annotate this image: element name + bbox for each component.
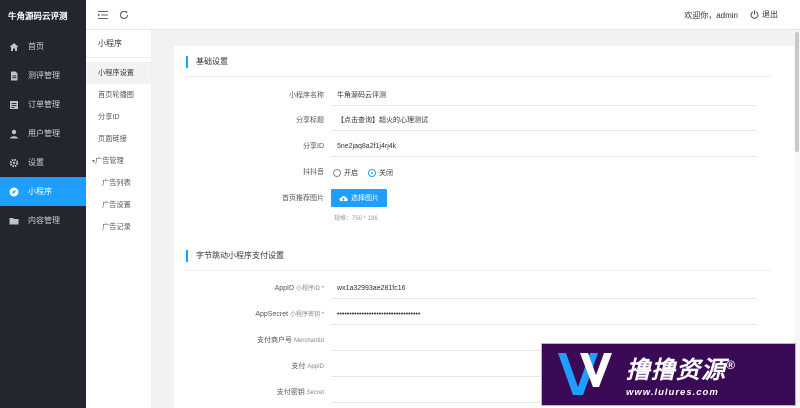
sidebar-item-label: 内容管理 [28, 216, 60, 225]
cloud-upload-icon [339, 195, 348, 202]
user-icon [9, 129, 19, 139]
sidebar-item-label: 首页 [28, 42, 44, 51]
share-id-input[interactable]: 5ne2jaq8a2f1j4rj4k [331, 137, 756, 157]
watermark-logo-icon [558, 353, 612, 395]
radio-dot [333, 169, 341, 177]
subnav-item-ad-settings[interactable]: 广告设置 [86, 194, 151, 216]
secret-input[interactable]: •••••••••••••••••••••••••••••••••• [331, 305, 756, 325]
radio-on[interactable]: 开启 [333, 168, 358, 178]
appid-input[interactable]: wx1a32993ae281fc16 [331, 279, 756, 299]
sidebar-item-users[interactable]: 用户管理 [0, 119, 86, 148]
sidebar-item-settings[interactable]: 设置 [0, 148, 86, 177]
secondary-sidebar: 小程序 小程序设置 首页轮播图 分享ID 页面链接 ▾广告管理 广告列表 广告设… [86, 30, 152, 408]
registered-mark: ® [726, 358, 736, 372]
welcome-text: 欢迎你，admin [684, 11, 738, 20]
section-title-pay: 字节跳动小程序支付设置 [186, 250, 284, 262]
refresh-icon[interactable] [118, 9, 130, 21]
subnav-item-share-id[interactable]: 分享ID [86, 106, 151, 128]
merchant-label: 支付商户号 MerchantId [257, 335, 324, 345]
sidebar-item-label: 小程序 [28, 187, 52, 196]
subnav-item-page-links[interactable]: 页面链接 [86, 128, 151, 150]
watermark-title: 撸撸资源® [626, 351, 736, 385]
subnav-item-banner[interactable]: 首页轮播图 [86, 84, 151, 106]
image-label: 首页推荐图片 [282, 195, 324, 202]
appid-label-sub: 小程序ID * [295, 286, 324, 292]
sidebar-item-orders[interactable]: 订单管理 [0, 90, 86, 119]
watermark-title-text: 撸撸资源 [626, 357, 726, 384]
pay-appid-label: 支付 AppID [291, 361, 324, 371]
share-title-input[interactable]: 【点击查询】超火的心理测试 [331, 111, 756, 131]
menu-toggle-icon[interactable] [97, 9, 109, 21]
form-row-secret: AppSecret 小程序密钥 * ••••••••••••••••••••••… [174, 305, 774, 325]
main-sidebar: 牛角源码云评测 首页 测评管理 订单管理 用户管理 设置 小程序 内容管理 [0, 0, 86, 408]
subnav-item-miniprogram-settings[interactable]: 小程序设置 [86, 62, 151, 84]
merchant-label-text: 支付商户号 [257, 337, 293, 344]
brand-title: 牛角源码云评测 [8, 11, 68, 21]
folder-icon [9, 216, 19, 226]
form-row-douyin: 抖抖音 开启 关闭 [174, 163, 774, 183]
radio-on-label: 开启 [344, 170, 358, 177]
merchant-label-sub: MerchantId [293, 338, 324, 344]
power-icon [750, 10, 759, 19]
form-row-share-title: 分享标题 【点击查询】超火的心理测试 [174, 111, 774, 131]
pay-secret-label-text: 支付密钥 [276, 389, 305, 396]
compass-icon [9, 187, 19, 197]
secret-label: AppSecret 小程序密钥 * [255, 309, 324, 318]
gear-icon [9, 158, 19, 168]
watermark-url: www.lulures.com [626, 387, 719, 398]
section-divider [186, 270, 772, 271]
sidebar-item-label: 订单管理 [28, 100, 60, 109]
sidebar-item-label: 测评管理 [28, 71, 60, 80]
form-row-appid: AppID 小程序ID * wx1a32993ae281fc16 [174, 279, 774, 299]
subnav-item-label: 广告管理 [95, 156, 124, 165]
subnav-title: 小程序 [86, 30, 151, 58]
form-row-name: 小程序名称 牛角源码云评测 [174, 86, 774, 106]
form-row-image: 首页推荐图片 选择图片 [174, 189, 774, 209]
douyin-label: 抖抖音 [303, 169, 324, 176]
sidebar-item-miniprogram[interactable]: 小程序 [0, 177, 86, 206]
pay-appid-label-text: 支付 [291, 363, 306, 370]
sidebar-item-label: 设置 [28, 158, 44, 167]
logout-label: 退出 [762, 10, 778, 19]
pay-appid-label-sub: AppID [307, 364, 324, 370]
file-icon [9, 71, 19, 81]
sidebar-item-content[interactable]: 内容管理 [0, 206, 86, 235]
logout-button[interactable]: 退出 [750, 9, 778, 20]
section-title-basic: 基础设置 [186, 56, 228, 68]
secret-label-sub: 小程序密钥 * [289, 312, 324, 318]
list-icon [9, 100, 19, 110]
home-icon [9, 42, 19, 52]
form-row-share-id: 分享ID 5ne2jaq8a2f1j4rj4k [174, 137, 774, 157]
share-id-label: 分享ID [303, 143, 324, 150]
sidebar-item-home[interactable]: 首页 [0, 32, 86, 61]
share-title-label: 分享标题 [296, 117, 324, 124]
sidebar-item-label: 用户管理 [28, 129, 60, 138]
sidebar-item-evaluation[interactable]: 测评管理 [0, 61, 86, 90]
top-header: 欢迎你，admin 退出 [86, 0, 800, 30]
douyin-radio-group: 开启 关闭 [333, 168, 403, 178]
subnav-item-ad-list[interactable]: 广告列表 [86, 172, 151, 194]
radio-off-label: 关闭 [379, 170, 393, 177]
pay-secret-label: 支付密钥 Secret [277, 387, 324, 397]
upload-image-button[interactable]: 选择图片 [331, 189, 387, 207]
upload-label: 选择图片 [351, 195, 379, 202]
secret-label-text: AppSecret [255, 311, 289, 318]
watermark-text: 撸撸资源® www.lulures.com [626, 351, 736, 398]
subnav-item-ad-records[interactable]: 广告记录 [86, 216, 151, 238]
appid-label-text: AppID [274, 285, 295, 292]
radio-dot [368, 169, 376, 177]
pay-secret-label-sub: Secret [306, 390, 324, 396]
image-size-hint: 规格：750 * 186 [334, 216, 378, 222]
section-divider [186, 76, 772, 77]
watermark-banner: 撸撸资源® www.lulures.com [541, 343, 796, 406]
subnav-item-ad-management[interactable]: ▾广告管理 [86, 150, 151, 172]
name-input[interactable]: 牛角源码云评测 [331, 86, 756, 106]
radio-off[interactable]: 关闭 [368, 168, 393, 178]
appid-label: AppID 小程序ID * [275, 283, 324, 292]
scrollbar-thumb[interactable] [795, 32, 799, 152]
name-label: 小程序名称 [289, 92, 324, 99]
